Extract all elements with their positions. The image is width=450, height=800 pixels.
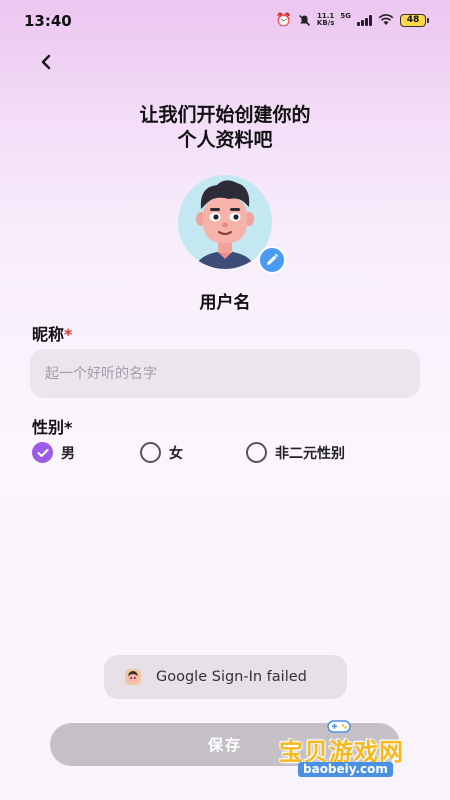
page-title-line1: 让我们开始创建你的	[139, 104, 311, 126]
gender-option-label: 非二元性别	[275, 445, 345, 462]
page-title-line2: 个人资料吧	[177, 129, 273, 151]
gender-option-male[interactable]: 男	[32, 442, 75, 463]
alarm-icon: ⏰	[275, 12, 292, 28]
wifi-icon	[378, 14, 394, 25]
gender-options: 男 女 非二元性别	[32, 442, 432, 466]
save-button[interactable]: 保存	[50, 723, 400, 766]
app-icon	[125, 669, 141, 685]
status-bar: 13:40 ⏰ 11.1 KB/s 5G 48	[0, 0, 450, 42]
page-title: 让我们开始创建你的 个人资料吧	[0, 103, 450, 153]
network-speed: 11.1 KB/s	[316, 12, 335, 27]
signal-icon	[357, 14, 372, 26]
battery-icon: 48	[400, 13, 429, 27]
edit-avatar-button[interactable]	[258, 246, 286, 274]
gender-option-nonbinary[interactable]: 非二元性别	[246, 442, 345, 463]
gender-option-label: 女	[169, 445, 183, 462]
radio-unchecked-icon	[140, 442, 161, 463]
toast-text: Google Sign-In failed	[156, 669, 307, 685]
nickname-label-text: 昵称	[32, 325, 65, 344]
chevron-left-icon	[41, 54, 51, 70]
network-type: 5G	[340, 12, 351, 20]
status-icons: ⏰ 11.1 KB/s 5G 48	[275, 12, 429, 28]
toast-message: Google Sign-In failed	[104, 655, 347, 699]
radio-unchecked-icon	[246, 442, 267, 463]
gender-option-label: 男	[61, 445, 75, 462]
pencil-icon	[267, 253, 279, 265]
gender-option-female[interactable]: 女	[140, 442, 183, 463]
avatar[interactable]	[165, 175, 286, 295]
back-button[interactable]	[38, 50, 62, 74]
required-mark: *	[64, 325, 73, 344]
username: 用户名	[199, 293, 251, 313]
mute-icon	[298, 14, 310, 26]
nickname-label: 昵称*	[32, 321, 72, 345]
status-time: 13:40	[24, 12, 72, 30]
radio-checked-icon	[32, 442, 53, 463]
nickname-input[interactable]	[30, 349, 420, 398]
gender-label: 性别*	[32, 418, 73, 437]
